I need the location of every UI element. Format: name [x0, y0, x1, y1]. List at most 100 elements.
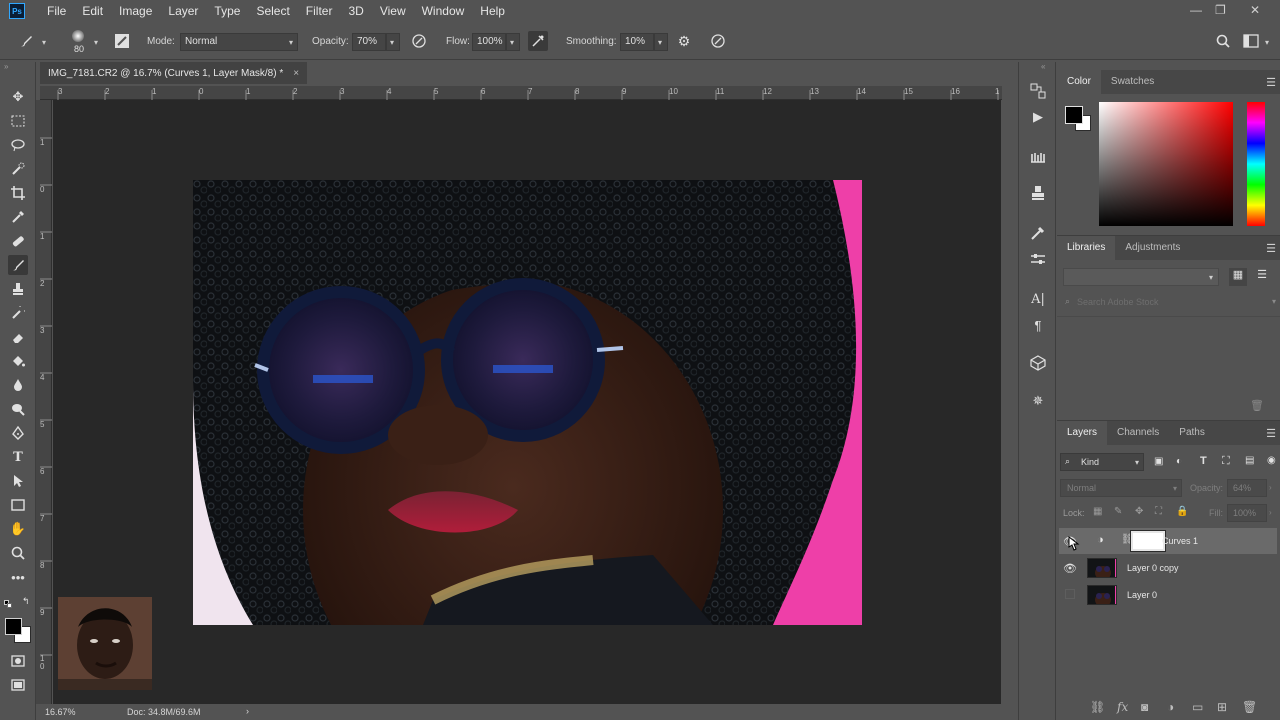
menu-view[interactable]: View [372, 4, 414, 18]
menu-type[interactable]: Type [206, 4, 248, 18]
list-view-icon[interactable]: ☰ [1253, 268, 1271, 286]
pen-tool-icon[interactable] [8, 423, 28, 443]
new-adjustment-icon[interactable]: ◑ [1167, 700, 1174, 714]
visibility-eye-icon[interactable]: 👁 [1059, 562, 1081, 575]
fill-input[interactable]: 100% [1227, 504, 1267, 522]
tool-preset-caret-icon[interactable]: ▾ [42, 38, 46, 47]
opacity-dropdown[interactable]: ▾ [386, 33, 400, 51]
tab-swatches[interactable]: Swatches [1101, 70, 1164, 94]
rectangle-tool-icon[interactable] [8, 495, 28, 515]
history-brush-tool-icon[interactable] [8, 303, 28, 323]
eraser-tool-icon[interactable] [8, 327, 28, 347]
search-icon[interactable] [1213, 31, 1233, 51]
menu-filter[interactable]: Filter [298, 4, 341, 18]
collapse-tools-icon[interactable]: » [4, 62, 8, 71]
filter-smart-object-icon[interactable]: ▤ [1245, 455, 1254, 466]
paragraph-panel-icon[interactable]: ¶ [1027, 314, 1049, 336]
document-tab[interactable]: IMG_7181.CR2 @ 16.7% (Curves 1, Layer Ma… [40, 62, 308, 84]
properties-panel-icon[interactable] [1027, 248, 1049, 270]
opacity-input[interactable]: 70% [352, 33, 386, 51]
hue-slider[interactable] [1247, 102, 1265, 226]
panel-foreground-swatch[interactable] [1065, 106, 1083, 124]
quick-mask-icon[interactable] [8, 651, 28, 671]
pressure-opacity-icon[interactable] [409, 31, 429, 51]
filter-type-icon[interactable]: T [1200, 455, 1207, 467]
close-button[interactable]: ✕ [1250, 3, 1260, 17]
libraries-panel-menu-icon[interactable]: ☰ [1266, 242, 1276, 255]
path-selection-tool-icon[interactable] [8, 471, 28, 491]
visibility-toggle-empty[interactable] [1059, 588, 1081, 602]
smoothing-input[interactable]: 10% [620, 33, 654, 51]
menu-3d[interactable]: 3D [340, 4, 371, 18]
library-select[interactable]: ▾ [1063, 268, 1219, 286]
layers-panel-menu-icon[interactable]: ☰ [1266, 427, 1276, 440]
actions-panel-icon[interactable]: ▶ [1027, 106, 1049, 128]
screen-mode-icon[interactable] [8, 675, 28, 695]
blend-mode-select[interactable]: Normal ▾ [1060, 479, 1182, 497]
zoom-level[interactable]: 16.67% [45, 707, 76, 717]
clone-source-panel-icon[interactable] [1027, 182, 1049, 204]
gear-icon[interactable]: ⚙ [674, 31, 694, 51]
new-layer-icon[interactable]: ⊞ [1217, 700, 1227, 714]
navigator-panel-icon[interactable]: ✵ [1027, 390, 1049, 412]
tab-libraries[interactable]: Libraries [1057, 236, 1116, 260]
filter-toggle-icon[interactable]: ◉ [1267, 455, 1276, 466]
tab-adjustments[interactable]: Adjustments [1115, 236, 1190, 260]
marquee-tool-icon[interactable] [8, 111, 28, 131]
history-panel-icon[interactable] [1027, 80, 1049, 102]
brush-preset-picker[interactable]: 80 [66, 28, 90, 56]
3d-panel-icon[interactable] [1027, 352, 1049, 374]
delete-layer-icon[interactable]: 🗑 [1242, 700, 1257, 714]
character-panel-icon[interactable]: A| [1027, 288, 1049, 310]
menu-edit[interactable]: Edit [74, 4, 111, 18]
fill-caret-icon[interactable]: › [1269, 508, 1272, 517]
layer-mask-thumbnail[interactable] [1130, 530, 1166, 552]
layer-name[interactable]: Layer 0 [1127, 590, 1157, 600]
more-tools-icon[interactable]: ••• [8, 567, 28, 587]
filter-pixel-icon[interactable]: ▣ [1154, 456, 1163, 467]
healing-brush-tool-icon[interactable] [8, 231, 28, 251]
color-field[interactable] [1099, 102, 1233, 226]
foreground-color-swatch[interactable] [5, 618, 22, 635]
layer-row-layer-0-copy[interactable]: 👁 Layer 0 copy [1059, 555, 1277, 581]
menu-help[interactable]: Help [472, 4, 513, 18]
layer-opacity-caret-icon[interactable]: › [1269, 483, 1272, 492]
mode-select[interactable]: Normal ▾ [180, 33, 298, 51]
menu-select[interactable]: Select [248, 4, 297, 18]
hand-tool-icon[interactable]: ✋ [8, 519, 28, 539]
photoshop-logo[interactable]: Ps [9, 3, 25, 19]
menu-window[interactable]: Window [414, 4, 473, 18]
crop-tool-icon[interactable] [8, 183, 28, 203]
grid-view-icon[interactable]: ▦ [1229, 268, 1247, 286]
new-group-icon[interactable]: ▭ [1192, 700, 1203, 714]
color-panel-menu-icon[interactable]: ☰ [1266, 76, 1276, 89]
pressure-size-icon[interactable] [708, 31, 728, 51]
add-mask-icon[interactable]: ◙ [1141, 700, 1148, 714]
tab-channels[interactable]: Channels [1107, 421, 1169, 445]
layer-name[interactable]: Layer 0 copy [1127, 563, 1179, 573]
layer-name[interactable]: Curves 1 [1162, 536, 1198, 546]
filter-adjustment-icon[interactable]: ◐ [1176, 456, 1182, 467]
brush-settings-icon[interactable] [112, 31, 132, 51]
menu-file[interactable]: File [39, 4, 74, 18]
lock-position-icon[interactable]: ✥ [1135, 506, 1143, 517]
lock-pixels-icon[interactable]: ✎ [1114, 506, 1122, 517]
flow-dropdown[interactable]: ▾ [506, 33, 520, 51]
brushes-panel-icon[interactable] [1027, 222, 1049, 244]
document-image[interactable] [193, 180, 862, 625]
eyedropper-tool-icon[interactable] [8, 207, 28, 227]
airbrush-icon[interactable] [528, 31, 548, 51]
menu-layer[interactable]: Layer [160, 4, 206, 18]
layer-row-layer-0[interactable]: Layer 0 [1059, 582, 1277, 608]
minimize-button[interactable]: — [1190, 3, 1202, 17]
menu-image[interactable]: Image [111, 4, 160, 18]
brush-tool-icon[interactable] [16, 31, 36, 51]
brush-tool-icon[interactable] [8, 255, 28, 275]
layer-row-curves[interactable]: 👁 ◑ ⛓ Curves 1 [1059, 528, 1277, 554]
flow-input[interactable]: 100% [472, 33, 506, 51]
lock-all-icon[interactable]: 🔒 [1176, 506, 1188, 517]
link-layers-icon[interactable]: ⛓ [1090, 700, 1105, 714]
filter-shape-icon[interactable]: ⛶ [1222, 455, 1230, 468]
default-colors-icon[interactable] [4, 600, 12, 608]
dodge-tool-icon[interactable] [8, 399, 28, 419]
